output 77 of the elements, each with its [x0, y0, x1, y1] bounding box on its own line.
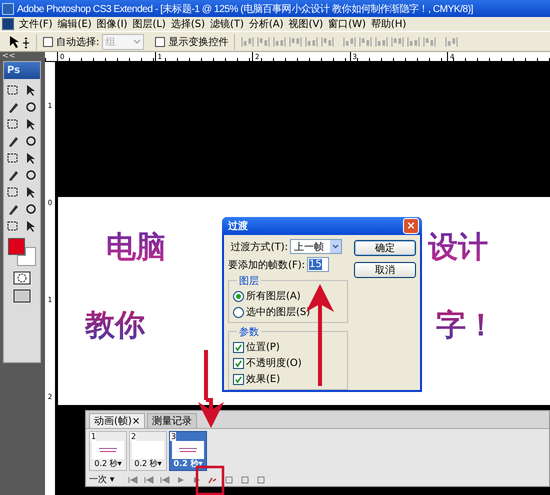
animation-frame[interactable]: 2 0.2 秒▾ [129, 431, 167, 471]
animation-frame[interactable]: 3 0.2 秒▾ [169, 431, 207, 471]
screen-mode-icon[interactable] [13, 289, 31, 303]
menu-item[interactable]: 图像(I) [96, 17, 128, 31]
tool-icon[interactable] [6, 151, 20, 165]
frames-input[interactable]: 15 [307, 257, 329, 272]
app-icon [2, 18, 14, 30]
frame-delay[interactable]: 0.2 秒▾ [94, 459, 122, 469]
tool-icon[interactable] [6, 185, 20, 199]
frames-label: 要添加的帧数(F): [228, 258, 305, 272]
checkbox[interactable] [233, 358, 244, 368]
auto-select-label: 自动选择: [56, 36, 100, 48]
menu-item[interactable]: 文件(F) [19, 17, 53, 31]
option-label: 不透明度(O) [246, 356, 302, 370]
playback-control-icon[interactable] [223, 474, 235, 484]
loop-dropdown[interactable]: 一次 ▾ [89, 473, 123, 486]
tool-icon[interactable] [6, 202, 20, 216]
menu-item[interactable]: 窗口(W) [328, 17, 366, 31]
tool-icon[interactable] [6, 219, 20, 233]
tool-icon[interactable] [6, 168, 20, 182]
tool-icon[interactable] [6, 83, 20, 97]
dialog-title: 过渡 [228, 219, 248, 233]
menu-item[interactable]: 选择(S) [170, 17, 205, 31]
tool-icon[interactable] [24, 100, 38, 114]
frame-number: 2 [130, 432, 136, 441]
tool-icon[interactable] [24, 134, 38, 148]
frame-number: 3 [170, 432, 176, 441]
tool-icon[interactable] [6, 134, 20, 148]
menu-item[interactable]: 帮助(H) [370, 17, 406, 31]
checkbox[interactable] [233, 374, 244, 384]
logo: Ps [4, 62, 40, 79]
dialog-button[interactable]: 确定 [354, 240, 416, 256]
dialog-button[interactable]: 取消 [354, 262, 416, 278]
foreground-color-swatch[interactable] [8, 238, 25, 255]
menu-item[interactable]: 编辑(E) [58, 17, 92, 31]
caret-icon [330, 240, 341, 253]
panel-tab[interactable]: 测量记录 [147, 413, 198, 428]
option-label: 位置(P) [246, 340, 280, 354]
frame-delay[interactable]: 0.2 秒▾ [174, 459, 202, 469]
playback-control-icon[interactable] [159, 474, 171, 484]
panel-tab[interactable]: 动画(帧)× [89, 413, 146, 428]
transition-dropdown[interactable]: 上一帧 [290, 239, 342, 254]
playback-control-icon[interactable] [143, 474, 155, 484]
group-title: 图层 [237, 274, 261, 288]
caret-icon [133, 38, 142, 44]
menu-item[interactable]: 图层(L) [132, 17, 166, 31]
radio-button[interactable] [233, 290, 244, 302]
animation-frame[interactable]: 1 0.2 秒▾ [89, 431, 127, 471]
tool-icon[interactable] [24, 168, 38, 182]
frame-number: 1 [90, 432, 96, 441]
highlight-box [196, 466, 224, 495]
menu-item[interactable]: 滤镜(T) [210, 17, 244, 31]
menu-item[interactable]: 分析(A) [248, 17, 284, 31]
option-label: 效果(E) [246, 373, 280, 386]
checkbox[interactable] [233, 342, 244, 352]
window-title: Adobe Photoshop CS3 Extended - [未标题-1 @ 125% (电脑百事网小众设计 教你如何制作渐隐字！, CMYK/8)] [17, 2, 474, 16]
checkbox[interactable] [43, 36, 53, 46]
collapse-button[interactable]: << [2, 51, 16, 60]
frame-delay[interactable]: 0.2 秒▾ [134, 459, 162, 469]
show-transform-label: 显示变换控件 [168, 36, 228, 48]
checkbox[interactable] [155, 36, 166, 46]
move-tool-icon[interactable] [8, 34, 30, 48]
playback-control-icon[interactable] [255, 474, 267, 484]
app-icon [2, 2, 14, 14]
canvas-text: 教你 [85, 309, 145, 343]
playback-control-icon[interactable] [127, 474, 139, 484]
option-label: 所有图层(A) [246, 290, 301, 303]
group-title: 参数 [237, 325, 261, 339]
transition-label: 过渡方式(T): [230, 240, 288, 254]
tool-icon[interactable] [6, 100, 20, 114]
radio-button[interactable] [233, 306, 244, 318]
tool-icon[interactable] [6, 117, 20, 131]
playback-control-icon[interactable] [239, 474, 251, 484]
menu-item[interactable]: 视图(V) [288, 17, 324, 31]
tool-icon[interactable] [24, 202, 38, 216]
close-button[interactable]: × [403, 218, 419, 234]
quick-mask-icon[interactable] [13, 271, 31, 285]
